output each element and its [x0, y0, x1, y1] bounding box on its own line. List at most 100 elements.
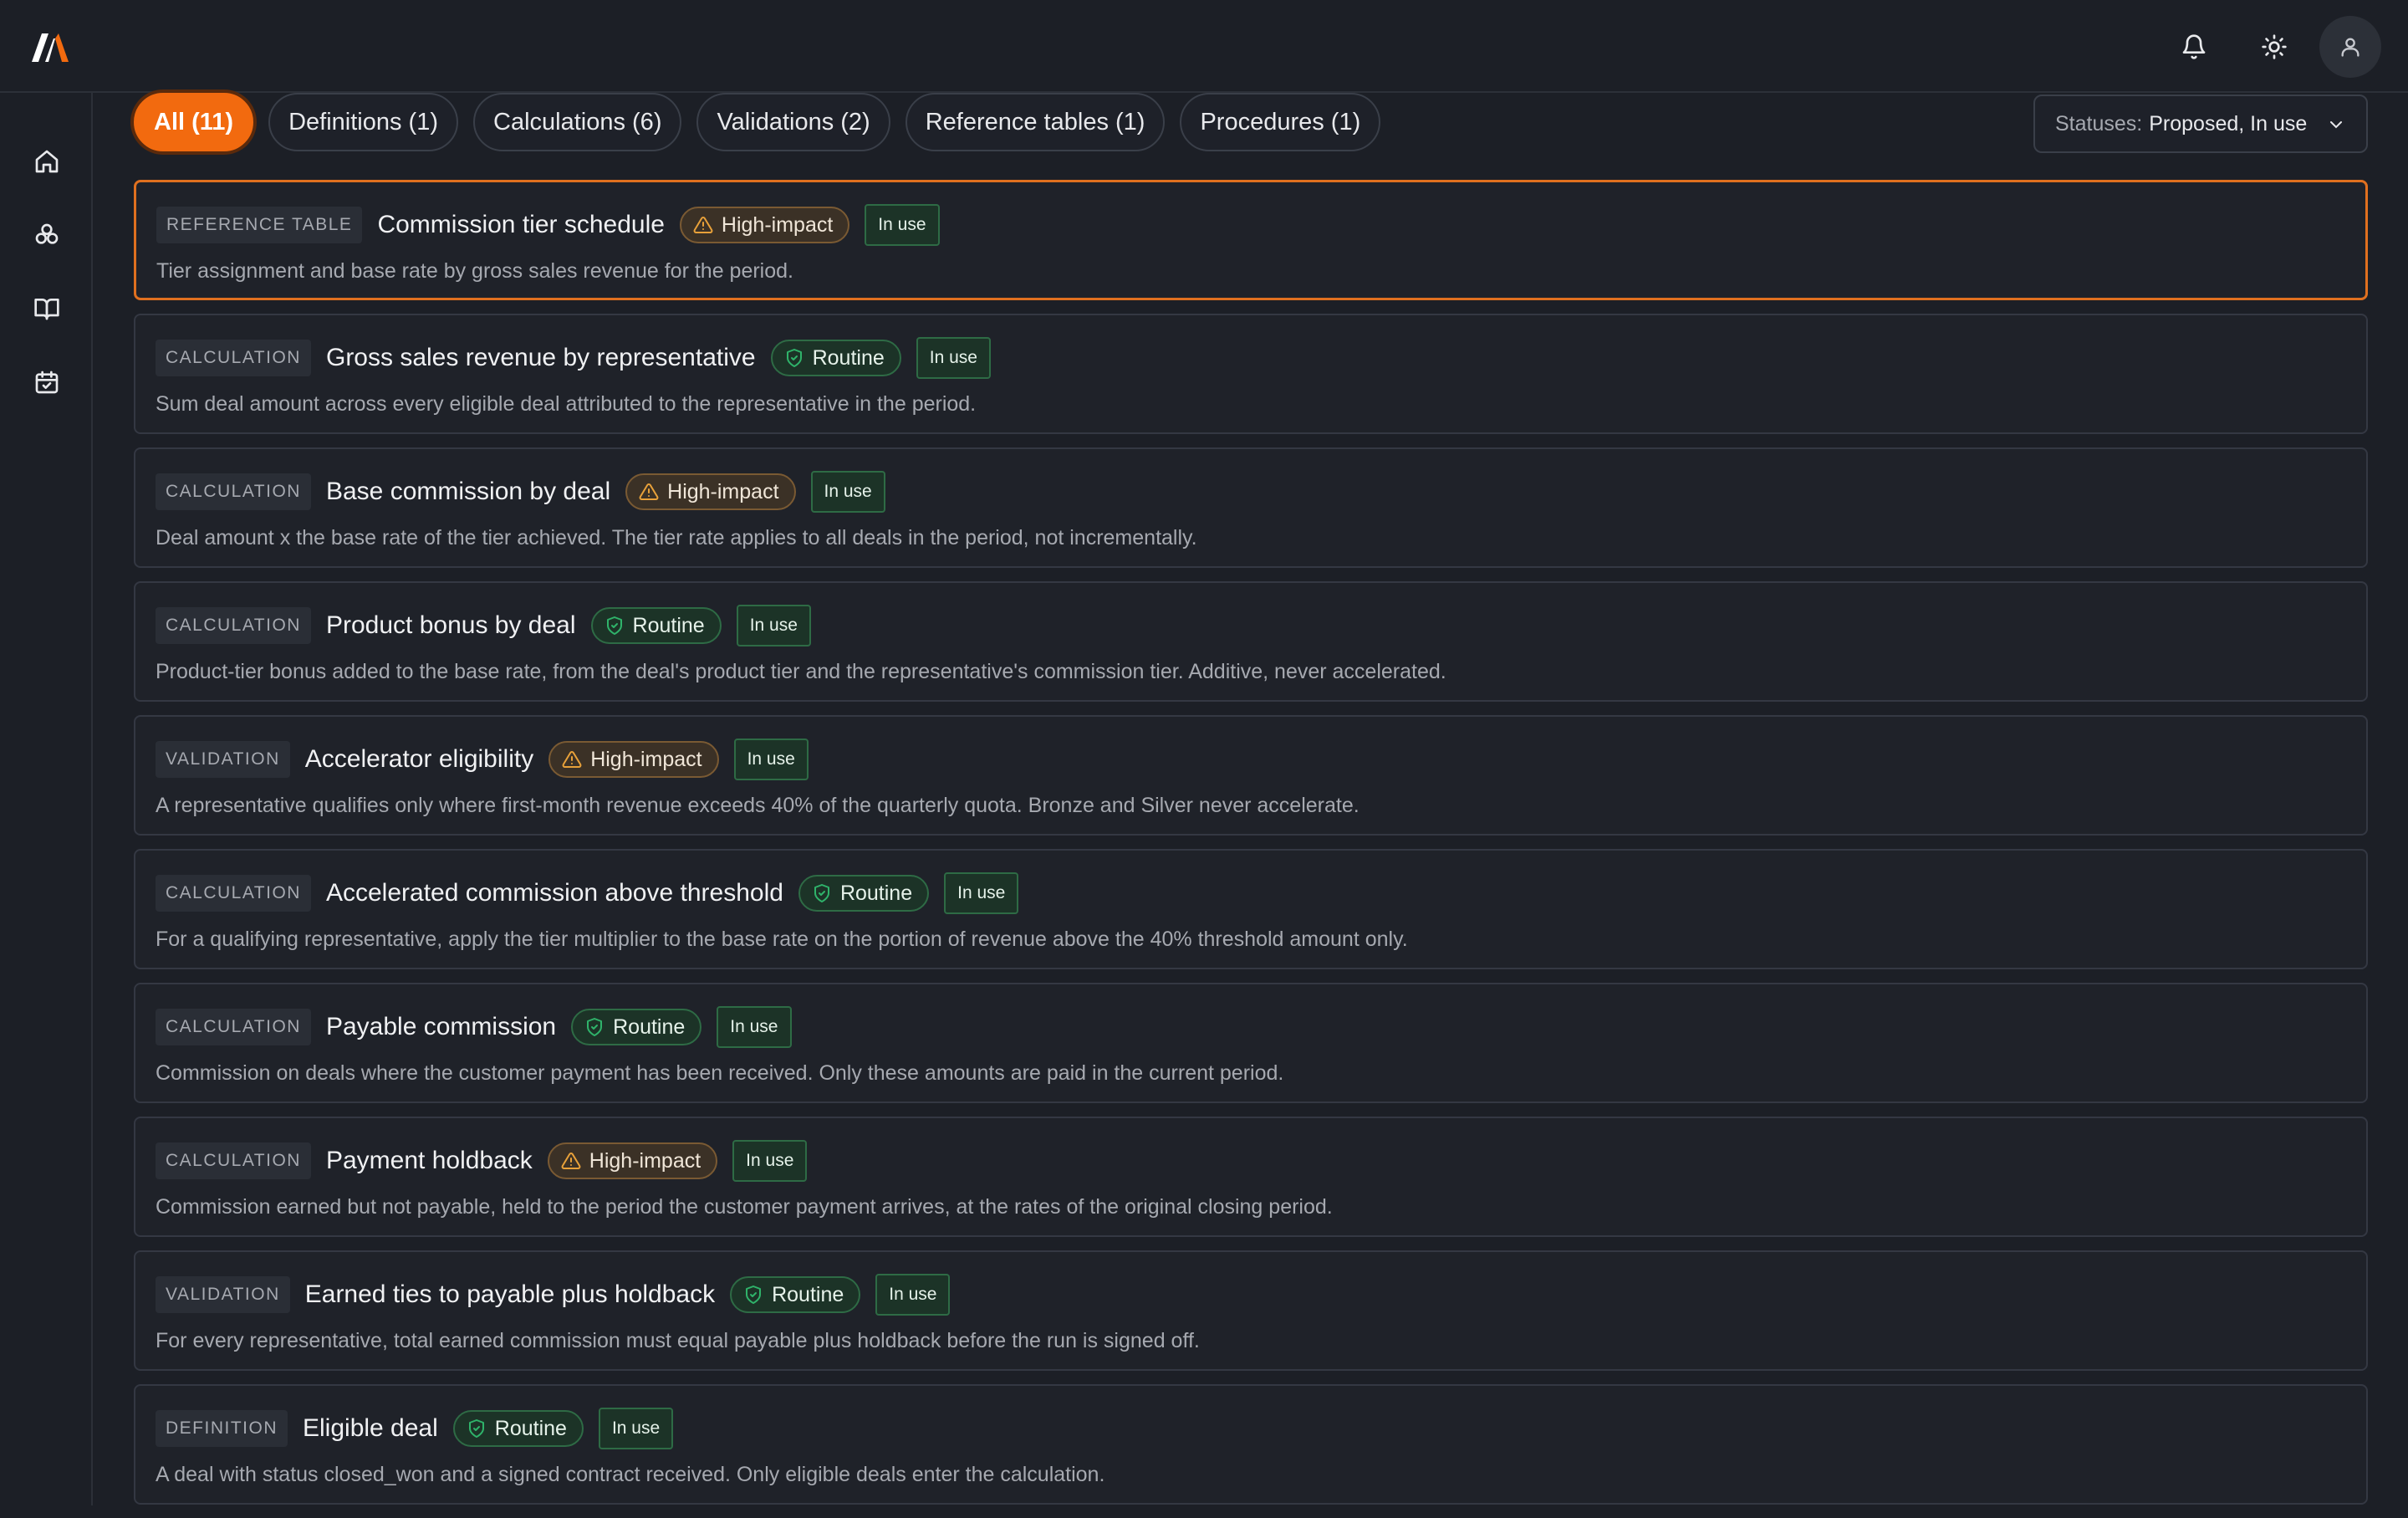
rule-card[interactable]: DEFINITION Eligible deal Routine In use …	[134, 1384, 2368, 1505]
impact-badge: High-impact	[548, 741, 719, 778]
rule-title: Accelerator eligibility	[304, 745, 534, 773]
status-filter-label: Statuses:	[2055, 111, 2143, 135]
bell-icon[interactable]	[2171, 23, 2217, 70]
chevron-down-icon	[2330, 121, 2342, 129]
impact-label: Routine	[839, 881, 913, 905]
rule-title: Payment holdback	[325, 1147, 533, 1174]
rule-type-tag: CALCULATION	[156, 875, 311, 912]
rule-type-tag: DEFINITION	[156, 1410, 288, 1447]
rule-type-tag: CALCULATION	[156, 607, 311, 644]
rule-description: A representative qualifies only where fi…	[156, 794, 1360, 817]
impact-label: Routine	[494, 1416, 567, 1440]
status-badge: In use	[810, 471, 885, 513]
rule-type-tag: VALIDATION	[156, 741, 290, 778]
rule-description: Commission earned but not payable, held …	[156, 1195, 1333, 1219]
rule-card[interactable]: VALIDATION Accelerator eligibility High-…	[134, 715, 2368, 836]
rule-card-header: REFERENCE TABLE Commission tier schedule…	[156, 204, 940, 246]
warning-icon	[562, 750, 582, 768]
rule-title: Accelerated commission above threshold	[325, 879, 783, 907]
status-badge: In use	[732, 1140, 808, 1182]
rule-card-header: CALCULATION Gross sales revenue by repre…	[156, 337, 991, 379]
rule-card-header: VALIDATION Accelerator eligibility High-…	[156, 739, 809, 780]
rule-type-tag: CALCULATION	[156, 1009, 311, 1045]
user-icon	[2341, 38, 2360, 57]
rule-title: Commission tier schedule	[377, 211, 665, 238]
impact-label: Routine	[632, 613, 705, 637]
top-bar	[0, 0, 2408, 93]
rule-title: Gross sales revenue by representative	[325, 344, 756, 371]
filter-chip-all[interactable]: All (11)	[134, 93, 254, 151]
shield-check-icon	[468, 1419, 484, 1438]
rule-card[interactable]: CALCULATION Payable commission Routine I…	[134, 983, 2368, 1103]
rule-description: Sum deal amount across every eligible de…	[156, 392, 977, 416]
book-icon[interactable]	[23, 285, 70, 332]
shield-check-icon	[746, 1285, 762, 1304]
rule-card-header: VALIDATION Earned ties to payable plus h…	[156, 1274, 951, 1316]
rule-card[interactable]: CALCULATION Accelerated commission above…	[134, 849, 2368, 969]
avatar[interactable]	[2319, 16, 2381, 78]
status-badge: In use	[736, 605, 811, 647]
rule-card[interactable]: CALCULATION Payment holdback High-impact…	[134, 1117, 2368, 1237]
status-badge: In use	[598, 1408, 674, 1449]
impact-badge: Routine	[452, 1410, 584, 1447]
rule-description: For every representative, total earned c…	[156, 1329, 1200, 1352]
rule-card-header: CALCULATION Payment holdback High-impact…	[156, 1140, 808, 1182]
warning-icon	[639, 483, 659, 500]
shield-check-icon	[786, 349, 802, 367]
shield-check-icon	[606, 616, 622, 635]
rule-description: Product-tier bonus added to the base rat…	[156, 660, 1446, 683]
impact-label: High-impact	[667, 479, 779, 503]
rule-card[interactable]: CALCULATION Base commission by deal High…	[134, 447, 2368, 568]
filter-chip-procedures[interactable]: Procedures (1)	[1180, 93, 1381, 151]
shield-check-icon	[587, 1018, 603, 1036]
impact-badge: Routine	[730, 1276, 861, 1313]
filter-chip-calculations[interactable]: Calculations (6)	[473, 93, 682, 151]
home-icon[interactable]	[23, 138, 70, 185]
impact-badge: Routine	[770, 340, 901, 376]
rule-card[interactable]: VALIDATION Earned ties to payable plus h…	[134, 1250, 2368, 1371]
impact-label: High-impact	[589, 1148, 701, 1173]
status-badge: In use	[944, 872, 1019, 914]
rule-title: Base commission by deal	[325, 478, 611, 505]
rule-card-header: CALCULATION Base commission by deal High…	[156, 471, 885, 513]
filter-chip-validations[interactable]: Validations (2)	[696, 93, 890, 151]
rule-type-tag: CALCULATION	[156, 1142, 311, 1179]
status-badge: In use	[916, 337, 991, 379]
impact-label: Routine	[772, 1282, 844, 1306]
components-icon[interactable]	[23, 212, 70, 258]
rule-title: Payable commission	[325, 1013, 557, 1040]
status-filter-value: Proposed, In use	[2149, 111, 2308, 135]
impact-label: Routine	[812, 345, 885, 370]
rule-description: Tier assignment and base rate by gross s…	[156, 259, 793, 283]
impact-badge: Routine	[590, 607, 722, 644]
sun-icon[interactable]	[2251, 23, 2298, 70]
brand-logo[interactable]	[30, 30, 70, 64]
left-rail	[0, 93, 93, 1505]
filter-chip-definitions[interactable]: Definitions (1)	[268, 93, 458, 151]
status-filter-select[interactable]: Statuses: Proposed, In use	[2033, 95, 2368, 153]
status-badge: In use	[865, 204, 940, 246]
rule-type-tag: CALCULATION	[156, 473, 311, 510]
rule-type-tag: CALCULATION	[156, 340, 311, 376]
rule-card[interactable]: CALCULATION Gross sales revenue by repre…	[134, 314, 2368, 434]
rule-list: REFERENCE TABLE Commission tier schedule…	[134, 180, 2368, 1518]
impact-label: Routine	[613, 1015, 686, 1039]
rule-type-tag: VALIDATION	[156, 1276, 290, 1313]
rule-card-header: CALCULATION Payable commission Routine I…	[156, 1006, 792, 1048]
rule-description: Commission on deals where the customer p…	[156, 1061, 1284, 1085]
filter-chip-reference-tables[interactable]: Reference tables (1)	[905, 93, 1166, 151]
status-badge: In use	[875, 1274, 951, 1316]
rule-card-header: CALCULATION Accelerated commission above…	[156, 872, 1019, 914]
warning-icon	[561, 1152, 581, 1169]
rule-type-tag: REFERENCE TABLE	[156, 207, 363, 243]
rule-card-header: CALCULATION Product bonus by deal Routin…	[156, 605, 811, 647]
status-badge: In use	[733, 739, 809, 780]
rule-title: Earned ties to payable plus holdback	[304, 1280, 716, 1308]
impact-badge: High-impact	[547, 1142, 718, 1179]
rule-description: Deal amount x the base rate of the tier …	[156, 526, 1197, 549]
rule-card[interactable]: CALCULATION Product bonus by deal Routin…	[134, 581, 2368, 702]
impact-badge: Routine	[571, 1009, 702, 1045]
calendar-check-icon[interactable]	[23, 359, 70, 406]
rule-card[interactable]: REFERENCE TABLE Commission tier schedule…	[134, 180, 2368, 300]
impact-label: High-impact	[721, 212, 834, 237]
